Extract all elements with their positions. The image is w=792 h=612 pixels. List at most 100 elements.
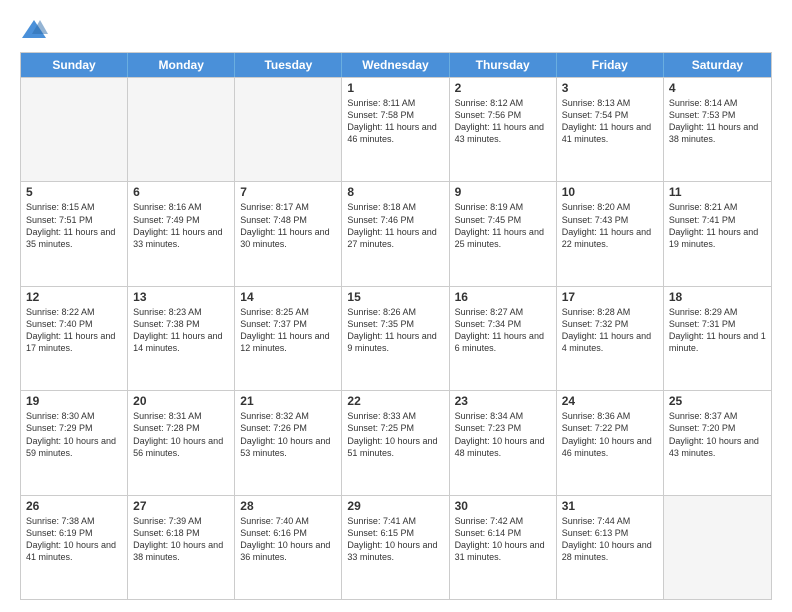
week-row-1: 5 Sunrise: 8:15 AM Sunset: 7:51 PM Daylig… [21,181,771,285]
cell-info: Sunrise: 7:39 AM Sunset: 6:18 PM Dayligh… [133,515,229,564]
calendar-cell: 8Sunrise: 8:18 AM Sunset: 7:46 PM Daylig… [342,182,449,285]
calendar-cell: 6 Sunrise: 8:16 AM Sunset: 7:49 PM Daylig… [128,182,235,285]
calendar-cell: 17 Sunrise: 8:28 AM Sunset: 7:32 PM Dayli… [557,287,664,390]
calendar-cell: 20 Sunrise: 8:31 AM Sunset: 7:28 PM Dayli… [128,391,235,494]
day-number: 11 [669,185,766,199]
calendar-header-row: SundayMondayTuesdayWednesdayThursdayFrid… [21,53,771,77]
day-number: 12 [26,290,122,304]
day-number: 24 [562,394,658,408]
day-number: 30 [455,499,551,513]
day-number: 4 [669,81,766,95]
day-number: 18 [669,290,766,304]
calendar-cell: 9Sunrise: 8:19 AM Sunset: 7:45 PM Daylig… [450,182,557,285]
day-number: 23 [455,394,551,408]
cell-info: Sunrise: 8:16 AM Sunset: 7:49 PM Dayligh… [133,201,229,250]
cell-info: Sunrise: 8:20 AM Sunset: 7:43 PM Dayligh… [562,201,658,250]
week-row-0: 1Sunrise: 8:11 AM Sunset: 7:58 PM Daylig… [21,77,771,181]
cell-info: Sunrise: 8:22 AM Sunset: 7:40 PM Dayligh… [26,306,122,355]
day-number: 26 [26,499,122,513]
col-header-friday: Friday [557,53,664,77]
calendar-cell: 12 Sunrise: 8:22 AM Sunset: 7:40 PM Dayli… [21,287,128,390]
week-row-2: 12 Sunrise: 8:22 AM Sunset: 7:40 PM Dayli… [21,286,771,390]
cell-info: Sunrise: 8:28 AM Sunset: 7:32 PM Dayligh… [562,306,658,355]
cell-info: Sunrise: 8:23 AM Sunset: 7:38 PM Dayligh… [133,306,229,355]
day-number: 5 [26,185,122,199]
day-number: 2 [455,81,551,95]
cell-info: Sunrise: 8:11 AM Sunset: 7:58 PM Dayligh… [347,97,443,146]
calendar-cell: 14Sunrise: 8:25 AM Sunset: 7:37 PM Dayli… [235,287,342,390]
cell-info: Sunrise: 8:15 AM Sunset: 7:51 PM Dayligh… [26,201,122,250]
logo-icon [20,16,48,44]
calendar-cell: 15Sunrise: 8:26 AM Sunset: 7:35 PM Dayli… [342,287,449,390]
col-header-sunday: Sunday [21,53,128,77]
calendar-cell: 16 Sunrise: 8:27 AM Sunset: 7:34 PM Dayli… [450,287,557,390]
calendar-cell [21,78,128,181]
cell-info: Sunrise: 8:13 AM Sunset: 7:54 PM Dayligh… [562,97,658,146]
calendar-cell: 22Sunrise: 8:33 AM Sunset: 7:25 PM Dayli… [342,391,449,494]
col-header-wednesday: Wednesday [342,53,449,77]
calendar-cell: 31Sunrise: 7:44 AM Sunset: 6:13 PM Dayli… [557,496,664,599]
calendar-body: 1Sunrise: 8:11 AM Sunset: 7:58 PM Daylig… [21,77,771,599]
calendar-cell [235,78,342,181]
col-header-tuesday: Tuesday [235,53,342,77]
calendar-cell: 30 Sunrise: 7:42 AM Sunset: 6:14 PM Dayli… [450,496,557,599]
day-number: 7 [240,185,336,199]
cell-info: Sunrise: 8:36 AM Sunset: 7:22 PM Dayligh… [562,410,658,459]
day-number: 25 [669,394,766,408]
calendar-cell: 5 Sunrise: 8:15 AM Sunset: 7:51 PM Daylig… [21,182,128,285]
cell-info: Sunrise: 8:33 AM Sunset: 7:25 PM Dayligh… [347,410,443,459]
calendar: SundayMondayTuesdayWednesdayThursdayFrid… [20,52,772,600]
day-number: 17 [562,290,658,304]
cell-info: Sunrise: 8:37 AM Sunset: 7:20 PM Dayligh… [669,410,766,459]
day-number: 29 [347,499,443,513]
cell-info: Sunrise: 8:27 AM Sunset: 7:34 PM Dayligh… [455,306,551,355]
col-header-saturday: Saturday [664,53,771,77]
cell-info: Sunrise: 8:29 AM Sunset: 7:31 PM Dayligh… [669,306,766,355]
calendar-cell: 26 Sunrise: 7:38 AM Sunset: 6:19 PM Dayli… [21,496,128,599]
calendar-cell: 11 Sunrise: 8:21 AM Sunset: 7:41 PM Dayli… [664,182,771,285]
calendar-cell: 1Sunrise: 8:11 AM Sunset: 7:58 PM Daylig… [342,78,449,181]
calendar-cell: 2Sunrise: 8:12 AM Sunset: 7:56 PM Daylig… [450,78,557,181]
calendar-cell: 18 Sunrise: 8:29 AM Sunset: 7:31 PM Dayli… [664,287,771,390]
calendar-cell [664,496,771,599]
cell-info: Sunrise: 7:41 AM Sunset: 6:15 PM Dayligh… [347,515,443,564]
day-number: 28 [240,499,336,513]
day-number: 27 [133,499,229,513]
cell-info: Sunrise: 8:26 AM Sunset: 7:35 PM Dayligh… [347,306,443,355]
calendar-cell: 28Sunrise: 7:40 AM Sunset: 6:16 PM Dayli… [235,496,342,599]
cell-info: Sunrise: 8:31 AM Sunset: 7:28 PM Dayligh… [133,410,229,459]
calendar-cell: 27 Sunrise: 7:39 AM Sunset: 6:18 PM Dayli… [128,496,235,599]
cell-info: Sunrise: 8:21 AM Sunset: 7:41 PM Dayligh… [669,201,766,250]
day-number: 20 [133,394,229,408]
day-number: 19 [26,394,122,408]
day-number: 10 [562,185,658,199]
cell-info: Sunrise: 8:32 AM Sunset: 7:26 PM Dayligh… [240,410,336,459]
calendar-cell: 4 Sunrise: 8:14 AM Sunset: 7:53 PM Daylig… [664,78,771,181]
day-number: 13 [133,290,229,304]
calendar-cell: 21 Sunrise: 8:32 AM Sunset: 7:26 PM Dayli… [235,391,342,494]
header [20,16,772,44]
cell-info: Sunrise: 8:14 AM Sunset: 7:53 PM Dayligh… [669,97,766,146]
day-number: 9 [455,185,551,199]
week-row-4: 26 Sunrise: 7:38 AM Sunset: 6:19 PM Dayli… [21,495,771,599]
cell-info: Sunrise: 7:42 AM Sunset: 6:14 PM Dayligh… [455,515,551,564]
day-number: 14 [240,290,336,304]
day-number: 16 [455,290,551,304]
day-number: 21 [240,394,336,408]
day-number: 6 [133,185,229,199]
cell-info: Sunrise: 8:30 AM Sunset: 7:29 PM Dayligh… [26,410,122,459]
cell-info: Sunrise: 8:17 AM Sunset: 7:48 PM Dayligh… [240,201,336,250]
calendar-cell: 13 Sunrise: 8:23 AM Sunset: 7:38 PM Dayli… [128,287,235,390]
calendar-cell: 3 Sunrise: 8:13 AM Sunset: 7:54 PM Daylig… [557,78,664,181]
cell-info: Sunrise: 8:34 AM Sunset: 7:23 PM Dayligh… [455,410,551,459]
calendar-cell: 29 Sunrise: 7:41 AM Sunset: 6:15 PM Dayli… [342,496,449,599]
day-number: 3 [562,81,658,95]
logo [20,16,52,44]
col-header-monday: Monday [128,53,235,77]
calendar-cell: 7 Sunrise: 8:17 AM Sunset: 7:48 PM Daylig… [235,182,342,285]
calendar-cell: 25 Sunrise: 8:37 AM Sunset: 7:20 PM Dayli… [664,391,771,494]
cell-info: Sunrise: 7:38 AM Sunset: 6:19 PM Dayligh… [26,515,122,564]
week-row-3: 19 Sunrise: 8:30 AM Sunset: 7:29 PM Dayli… [21,390,771,494]
cell-info: Sunrise: 7:44 AM Sunset: 6:13 PM Dayligh… [562,515,658,564]
col-header-thursday: Thursday [450,53,557,77]
